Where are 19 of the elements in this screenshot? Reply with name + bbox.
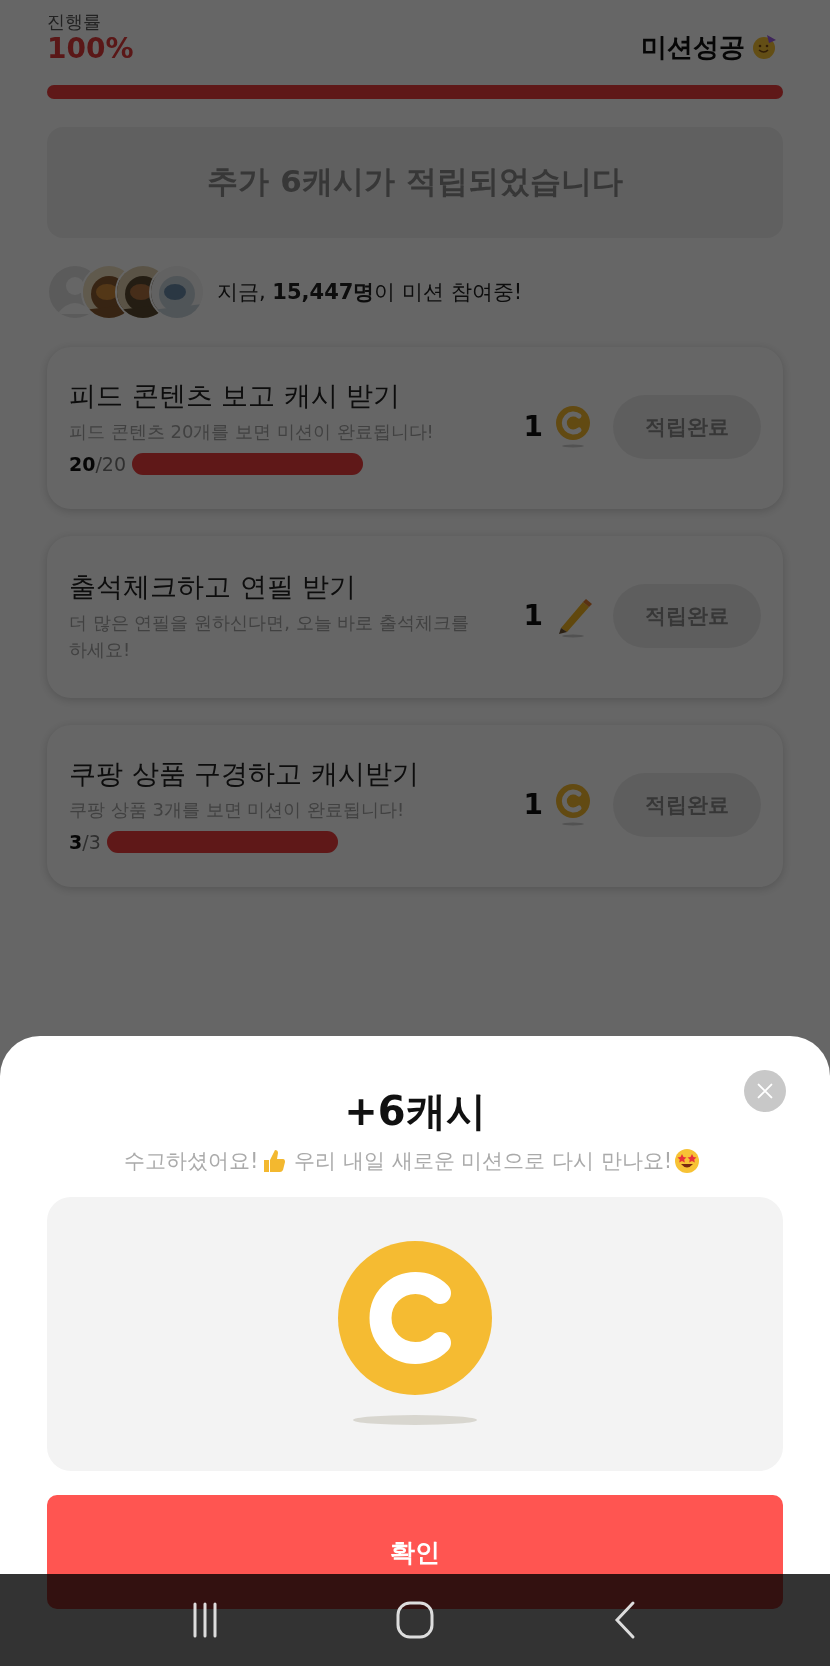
progress-label: 진행률	[47, 10, 102, 34]
mission-title: 피드 콘텐츠 보고 캐시 받기	[69, 379, 402, 414]
star-eyes-face-icon	[674, 1148, 701, 1174]
party-face-icon	[751, 34, 777, 61]
reward-count: 1	[523, 599, 543, 633]
message-text: 수고하셨어요!	[123, 1148, 259, 1175]
mission-title: 쿠팡 상품 구경하고 캐시받기	[69, 757, 420, 792]
reward-title: +6캐시	[344, 1087, 486, 1136]
message-text: 우리 내일 새로운 미션으로 다시 만나요!	[294, 1148, 673, 1175]
participants-text: 지금, 15,447명이 미션 참여중!	[217, 278, 523, 306]
reward-count: 1	[523, 788, 543, 822]
reward-count: 1	[523, 410, 543, 444]
home-icon[interactable]	[395, 1600, 435, 1640]
coin-icon	[337, 1240, 493, 1428]
mission-title: 출석체크하고 연필 받기	[69, 569, 358, 604]
status-text: 미션성공	[641, 30, 745, 64]
coin-icon	[553, 782, 593, 827]
coin-icon	[553, 404, 593, 449]
progress-percent: 100%	[47, 34, 134, 65]
